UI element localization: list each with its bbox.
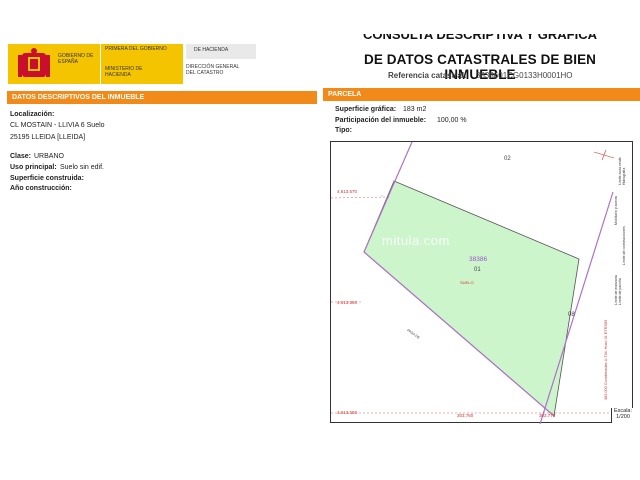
uso-value: Suelo sin edif. xyxy=(60,164,104,171)
side-note-coordinates: 383 000 Coordenadas U.T.M. Huso 31 ETRS8… xyxy=(604,319,608,400)
ministry-header: GOBIERNO DE ESPAÑA PRIMERA DEL GOBIERNO … xyxy=(8,44,256,84)
clase-value: URBANO xyxy=(34,153,64,160)
participacion-value: 100,00 % xyxy=(437,117,467,124)
map-drawing: ▪ xyxy=(331,142,634,424)
scale-value: 1/200 xyxy=(616,414,630,420)
ministerio-label: MINISTERIO DE HACIENDA xyxy=(105,66,143,78)
legend-item: Mobiliario y aceras xyxy=(614,195,618,225)
inmueble-section-title: DATOS DESCRIPTIVOS DEL INMUEBLE xyxy=(7,91,317,104)
participacion-label: Participación del inmueble: xyxy=(335,117,427,124)
scale-box: Escala: 1/200 xyxy=(611,408,634,423)
superficie-label: Superficie construida: xyxy=(10,175,84,182)
tipo-label: Tipo: xyxy=(335,127,352,134)
legend-item: Hidrografía xyxy=(622,167,626,185)
parcela-section-title: PARCELA xyxy=(323,88,640,101)
cadastral-map: ▪ 02 08 38386 01 SUELO 4.613.570 4.613.5… xyxy=(330,141,634,424)
watermark: mitula.com xyxy=(382,233,450,248)
superficie-grafica-label: Superficie gráfica: xyxy=(335,106,397,113)
direccion-label: DIRECCIÓN GENERAL DEL CATASTRO xyxy=(186,64,240,76)
localizacion-line1: CL MOSTAIN - LLIVIA 6 Suelo xyxy=(10,122,105,129)
parcel-number: 01 xyxy=(474,267,481,273)
neighbor-08: 08 xyxy=(568,312,575,318)
coord-y3: 4.613.550 xyxy=(337,410,358,415)
coord-y2: 4.613.560 xyxy=(337,300,358,305)
parcel-polygon xyxy=(363,180,580,417)
anio-label: Año construcción: xyxy=(10,185,72,192)
coord-x1: 303.760 xyxy=(457,413,474,418)
gobierno-label: GOBIERNO DE ESPAÑA xyxy=(58,53,94,65)
superficie-grafica-value: 183 m2 xyxy=(403,106,427,113)
reference-label: Referencia catastral: xyxy=(388,71,467,80)
primera-label: PRIMERA DEL GOBIERNO xyxy=(105,46,167,52)
neighbor-02: 02 xyxy=(504,156,511,162)
suelo-label: SUELO xyxy=(460,280,474,285)
uso-label: Uso principal: xyxy=(10,164,57,171)
legend-item: Límite de parcela xyxy=(618,278,622,305)
localizacion-label: Localización: xyxy=(10,111,55,118)
legend-item: Límite de construcciones xyxy=(622,226,626,265)
reference-value: 3838601CG0133H0001HO xyxy=(476,71,573,80)
north-arrow-icon xyxy=(601,149,607,161)
parcel-reference: 38386 xyxy=(469,256,488,263)
coord-y1: 4.613.570 xyxy=(337,189,358,194)
de-hacienda-label: DE HACIENDA xyxy=(194,47,229,53)
document-title-top: CONSULTA DESCRIPTIVA Y GRÁFICA xyxy=(362,34,597,42)
coord-x2: 303.770 xyxy=(539,413,556,418)
coat-of-arms-icon xyxy=(18,48,50,77)
localizacion-line2: 25195 LLEIDA [LLEIDA] xyxy=(10,134,86,141)
clase-label: Clase: xyxy=(10,153,32,160)
map-legend: Límite de manzana Límite de parcela Lími… xyxy=(614,145,630,385)
de-hacienda-box: DE HACIENDA xyxy=(186,44,256,59)
